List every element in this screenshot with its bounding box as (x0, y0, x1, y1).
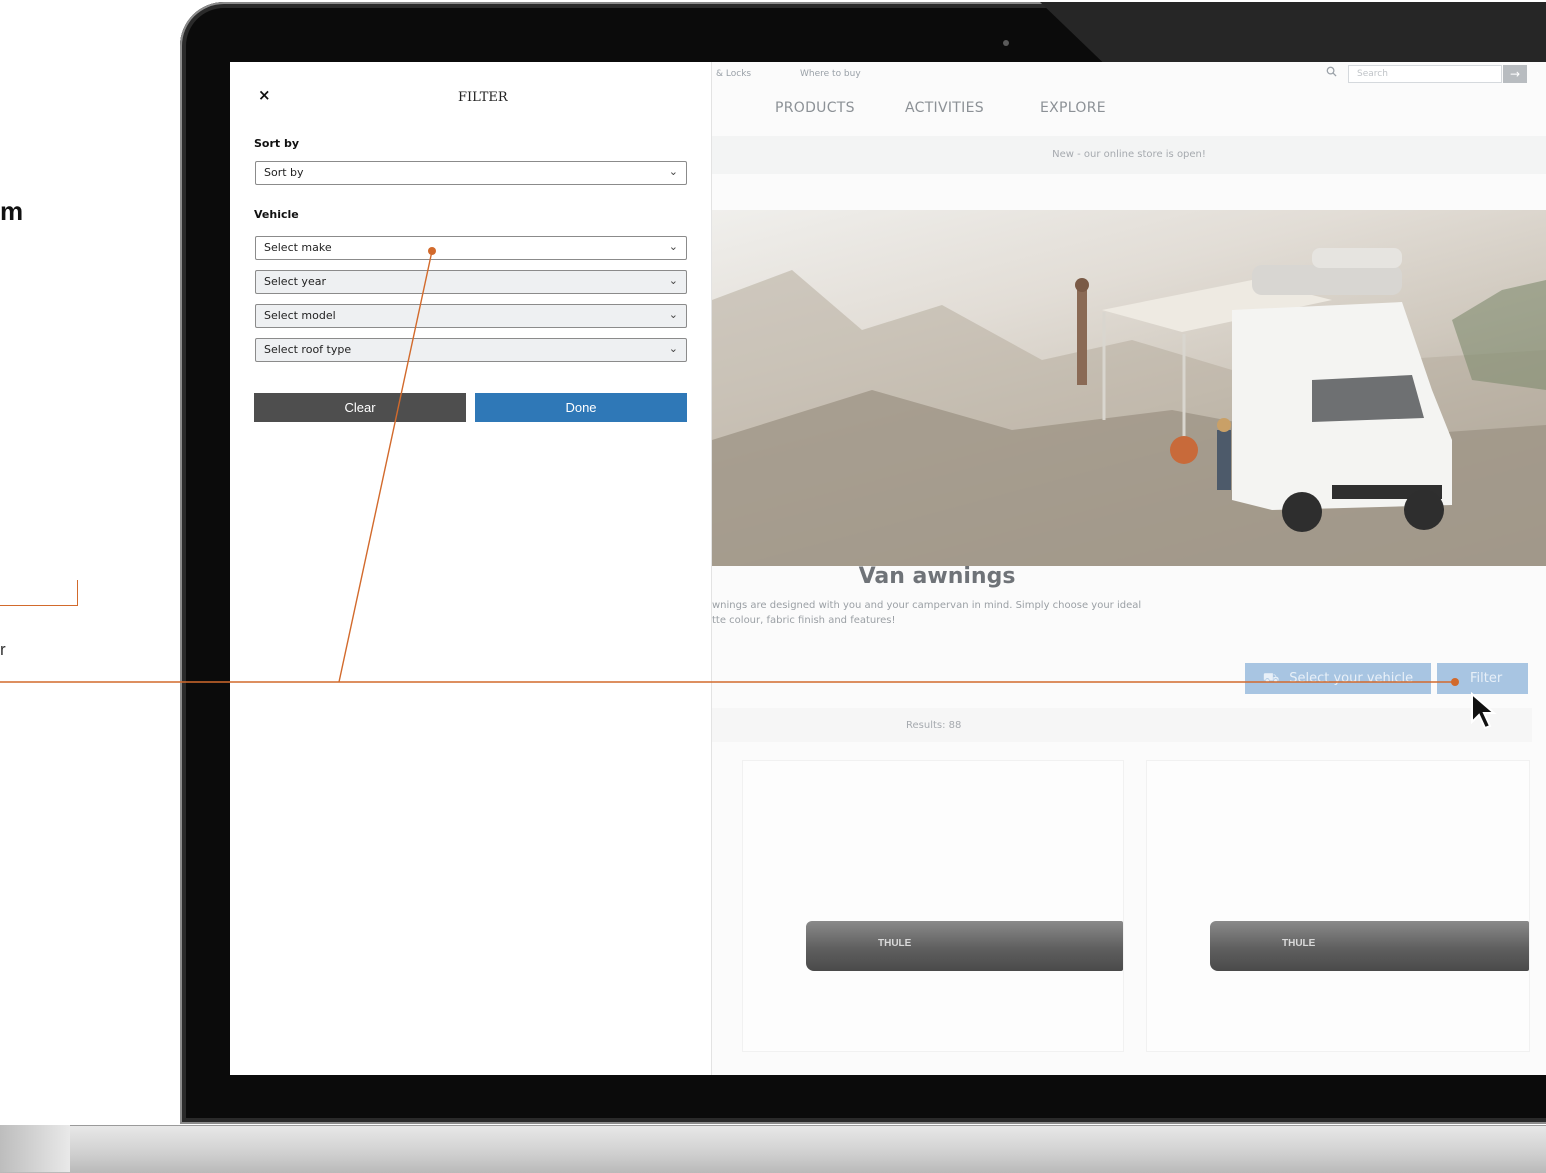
filter-button-label: Filter (1470, 671, 1503, 686)
done-button[interactable]: Done (475, 393, 687, 422)
product-card[interactable]: THULE (742, 760, 1124, 1052)
hero-campervan-illustration (712, 248, 1546, 566)
laptop-base-edge (0, 1125, 70, 1172)
product-logo: THULE (878, 938, 912, 949)
search-submit-arrow-icon[interactable]: → (1503, 65, 1527, 83)
filter-button[interactable]: Filter (1437, 663, 1528, 694)
vehicle-label: Vehicle (254, 208, 299, 221)
page-title: Van awnings (858, 564, 1016, 589)
topbar-link-where-to-buy[interactable]: Where to buy (800, 69, 861, 79)
page-description: wnings are designed with you and your ca… (712, 598, 1232, 628)
nav-activities[interactable]: ACTIVITIES (905, 100, 984, 116)
select-vehicle-label: Select your vehicle (1289, 671, 1414, 686)
promo-banner[interactable]: New - our online store is open! (712, 136, 1546, 174)
select-vehicle-button[interactable]: ⛟ Select your vehicle (1245, 663, 1431, 694)
results-count: Results: 88 (906, 720, 962, 731)
heading-fragment: m (0, 196, 24, 226)
select-roof-type-dropdown[interactable]: Select roof type ⌄ (255, 338, 687, 362)
product-image-awning: THULE (1210, 921, 1529, 971)
chevron-down-icon: ⌄ (668, 342, 678, 355)
product-image-awning: THULE (806, 921, 1123, 971)
search-input[interactable]: Search (1348, 65, 1502, 83)
description-line-1: wnings are designed with you and your ca… (712, 600, 1142, 611)
nav-products[interactable]: PRODUCTS (775, 100, 855, 116)
results-bar: Results: 88 (712, 708, 1532, 742)
website-background: & Locks Where to buy Search → PRODUCTS A… (712, 62, 1546, 1075)
bezel-glare (1040, 2, 1546, 62)
laptop-base (0, 1125, 1546, 1173)
product-card[interactable]: THULE (1146, 760, 1530, 1052)
filter-panel-title: FILTER (458, 90, 508, 105)
product-logo: THULE (1282, 938, 1316, 949)
chevron-down-icon: ⌄ (668, 240, 678, 253)
filter-panel: × FILTER Sort by Sort by ⌄ Vehicle Selec… (230, 62, 712, 1075)
description-line-2: tte colour, fabric finish and features! (712, 615, 896, 626)
topbar-link-locks[interactable]: & Locks (716, 69, 751, 79)
chevron-down-icon: ⌄ (668, 308, 678, 321)
car-icon: ⛟ (1262, 671, 1280, 686)
select-make-value: Select make (264, 241, 332, 254)
search-icon[interactable] (1326, 66, 1337, 77)
select-year-dropdown[interactable]: Select year ⌄ (255, 270, 687, 294)
select-model-value: Select model (264, 309, 336, 322)
laptop-screen: & Locks Where to buy Search → PRODUCTS A… (230, 62, 1546, 1075)
nav-explore[interactable]: EXPLORE (1040, 100, 1106, 116)
chevron-down-icon: ⌄ (668, 274, 678, 287)
hero-image (712, 210, 1546, 566)
select-roof-type-value: Select roof type (264, 343, 352, 356)
mouse-cursor-icon (1471, 692, 1497, 730)
text-fragment: r (0, 640, 6, 659)
chevron-down-icon: ⌄ (668, 165, 678, 178)
top-bar: & Locks Where to buy Search → (712, 62, 1546, 88)
select-model-dropdown[interactable]: Select model ⌄ (255, 304, 687, 328)
annotation-bracket (0, 580, 78, 606)
close-icon[interactable]: × (258, 86, 271, 104)
clear-button[interactable]: Clear (254, 393, 466, 422)
sort-by-select[interactable]: Sort by ⌄ (255, 161, 687, 185)
sort-by-value: Sort by (264, 166, 304, 179)
select-make-dropdown[interactable]: Select make ⌄ (255, 236, 687, 260)
select-year-value: Select year (264, 275, 326, 288)
camera-icon (1003, 40, 1009, 46)
sort-by-label: Sort by (254, 137, 300, 150)
